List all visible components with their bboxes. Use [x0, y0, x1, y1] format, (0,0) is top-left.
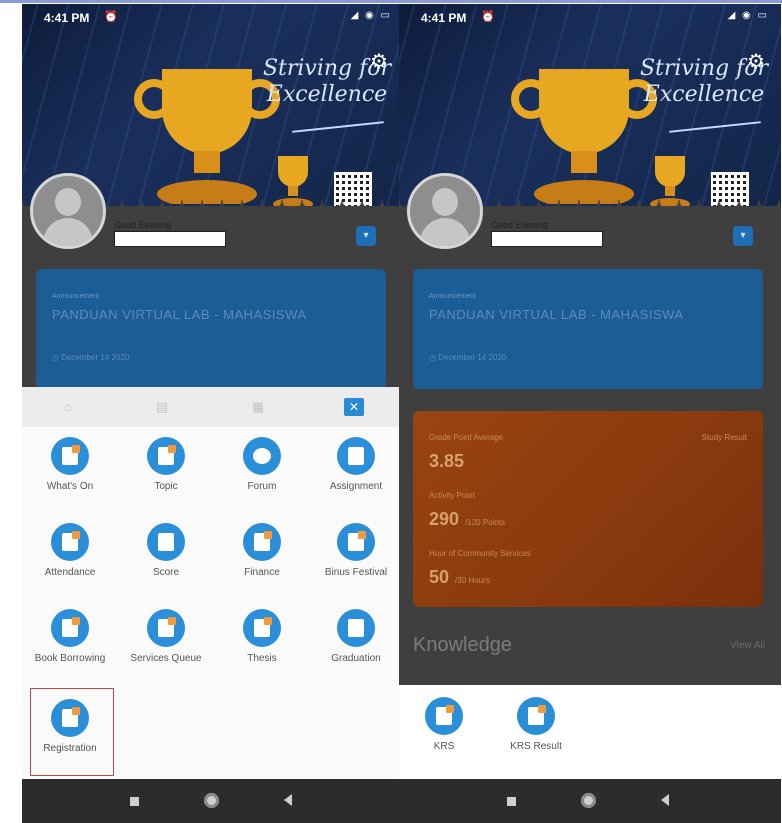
menu-item-graduation[interactable]: Graduation	[308, 609, 404, 681]
phone-screen-registration: Striving for Excellence ⚙ 4:41 PM ⏰ ◢ ◉ …	[399, 4, 781, 823]
android-nav-bar	[399, 779, 781, 823]
greeting-text: Good Evening	[114, 220, 172, 230]
menu-item-binus-festival[interactable]: Binus Festival	[308, 523, 404, 595]
community-label: Hour of Community Services	[429, 549, 531, 558]
signal-wifi-battery-icons: ◢ ◉ ▭	[350, 10, 392, 21]
small-trophy-image	[650, 156, 690, 206]
signal-wifi-battery-icons: ◢ ◉ ▭	[727, 10, 769, 21]
menu-item-whats-on[interactable]: What's On	[22, 437, 118, 509]
attendance-icon	[51, 523, 89, 561]
avatar[interactable]	[407, 173, 483, 249]
score-icon	[147, 523, 185, 561]
academic-stats-card[interactable]: Grade Point Average Study Result 3.85 Ac…	[413, 411, 763, 607]
registration-highlight-box	[30, 688, 114, 776]
queue-icon	[147, 609, 185, 647]
wallet-icon	[243, 523, 281, 561]
android-nav-bar	[22, 779, 404, 823]
study-result-link[interactable]: Study Result	[702, 433, 747, 442]
menu-item-thesis[interactable]: Thesis	[214, 609, 310, 681]
announcement-date: ◷ December 14 2020	[52, 353, 130, 362]
expand-profile-button[interactable]: ▾	[356, 226, 376, 246]
knowledge-heading: Knowledge	[413, 634, 512, 656]
small-trophy-image	[273, 156, 313, 206]
festival-icon	[337, 523, 375, 561]
view-all-link[interactable]: View All	[730, 640, 765, 651]
menu-tab-bar: ⌂ ▤ ▦ ✕	[22, 387, 404, 427]
back-icon[interactable]	[661, 794, 669, 806]
chat-icon	[243, 437, 281, 475]
recents-icon[interactable]	[507, 797, 516, 806]
gear-icon[interactable]: ⚙	[747, 52, 767, 72]
greeting-text: Good Evening	[491, 220, 549, 230]
alarm-icon: ⏰	[104, 11, 118, 23]
close-icon[interactable]: ✕	[344, 398, 364, 416]
home-button-icon[interactable]	[581, 793, 596, 808]
chevron-down-icon: ▾	[740, 230, 746, 241]
gpa-value: 3.85	[429, 451, 465, 471]
menu-item-attendance[interactable]: Attendance	[22, 523, 118, 595]
submenu-item-krs[interactable]: KRS	[399, 697, 489, 767]
menu-item-assignment[interactable]: Assignment	[308, 437, 404, 509]
topic-icon	[147, 437, 185, 475]
menu-item-forum[interactable]: Forum	[214, 437, 310, 509]
announcement-card[interactable]: Announcement PANDUAN VIRTUAL LAB - MAHAS…	[36, 269, 386, 389]
tagline-line-2: Excellence	[266, 82, 388, 107]
menu-item-finance[interactable]: Finance	[214, 523, 310, 595]
recents-icon[interactable]	[130, 797, 139, 806]
expand-profile-button[interactable]: ▾	[733, 226, 753, 246]
redacted-name	[114, 231, 226, 247]
status-bar: 4:41 PM ⏰ ◢ ◉ ▭	[22, 4, 404, 30]
top-border	[0, 0, 782, 3]
clipboard-icon	[337, 437, 375, 475]
grid-icon[interactable]: ▦	[248, 398, 268, 416]
alarm-icon: ⏰	[481, 11, 495, 23]
activity-label: Activity Point	[429, 491, 475, 500]
graduation-cap-icon	[337, 609, 375, 647]
announcement-title: PANDUAN VIRTUAL LAB - MAHASISWA	[52, 307, 307, 322]
back-icon[interactable]	[284, 794, 292, 806]
clock-icon: ◷	[429, 353, 439, 362]
document-icon[interactable]: ▤	[152, 398, 172, 416]
clock-icon: ◷	[52, 353, 62, 362]
status-bar: 4:41 PM ⏰ ◢ ◉ ▭	[421, 10, 769, 25]
calendar-icon	[51, 437, 89, 475]
menu-item-score[interactable]: Score	[118, 523, 214, 595]
krs-icon	[425, 697, 463, 735]
menu-item-services-queue[interactable]: Services Queue	[118, 609, 214, 681]
community-value: 50/30 Hours	[429, 567, 490, 587]
registration-submenu: KRS KRS Result	[399, 685, 781, 779]
announcement-card[interactable]: Announcement PANDUAN VIRTUAL LAB - MAHAS…	[413, 269, 763, 389]
thesis-icon	[243, 609, 281, 647]
krs-result-icon	[517, 697, 555, 735]
book-icon	[51, 609, 89, 647]
phone-screen-menu: Striving for Excellence ⚙ 4:41 PM ⏰ ◢ ◉ …	[22, 4, 404, 823]
activity-value: 290/120 Points	[429, 509, 506, 529]
chevron-down-icon: ▾	[363, 230, 369, 241]
menu-item-book-borrowing[interactable]: Book Borrowing	[22, 609, 118, 681]
avatar[interactable]	[30, 173, 106, 249]
announcement-label: Announcement	[52, 293, 100, 300]
status-time: 4:41 PM	[44, 11, 90, 25]
gear-icon[interactable]: ⚙	[370, 52, 390, 72]
menu-item-topic[interactable]: Topic	[118, 437, 214, 509]
home-icon[interactable]: ⌂	[58, 398, 78, 416]
gpa-label: Grade Point Average	[429, 433, 504, 442]
home-button-icon[interactable]	[204, 793, 219, 808]
submenu-item-krs-result[interactable]: KRS Result	[491, 697, 581, 767]
redacted-name	[491, 231, 603, 247]
